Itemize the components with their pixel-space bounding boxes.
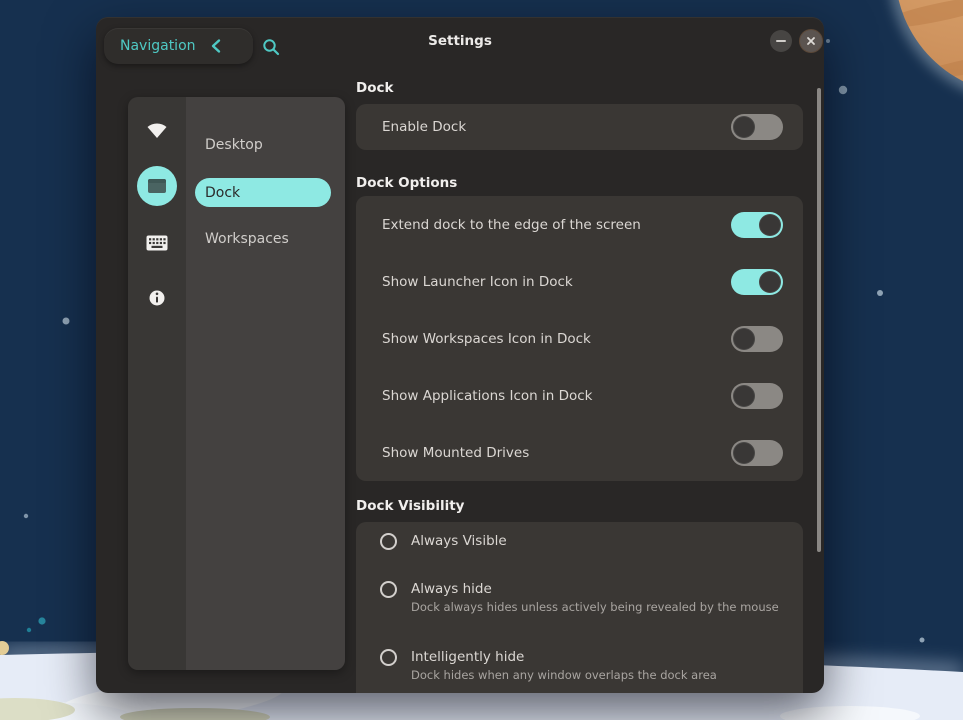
search-button[interactable]: [256, 32, 286, 62]
setting-row-workspaces-icon: Show Workspaces Icon in Dock: [356, 310, 803, 367]
radio-row-always-visible[interactable]: Always Visible: [356, 522, 803, 560]
section-title-dock: Dock: [356, 79, 803, 97]
setting-label: Show Mounted Drives: [382, 445, 731, 461]
card-dock: Enable Dock: [356, 104, 803, 150]
scrollbar-thumb[interactable]: [817, 88, 821, 552]
selected-category-highlight: [137, 166, 177, 206]
sidebar: Desktop Dock Workspaces: [128, 97, 345, 670]
radio-sublabel: Dock hides when any window overlaps the …: [411, 667, 717, 684]
sidebar-item-dock[interactable]: Dock: [195, 178, 331, 207]
dock-settings-pane: Dock Enable Dock Dock Options Extend doc…: [356, 79, 803, 693]
chevron-left-icon: [209, 38, 223, 54]
toggle-knob: [733, 442, 755, 464]
card-dock-visibility: Always Visible Always hide Dock always h…: [356, 522, 803, 693]
keyboard-icon: [146, 235, 168, 251]
desktop: Settings Navigation: [0, 0, 963, 720]
setting-label: Show Applications Icon in Dock: [382, 388, 731, 404]
radio-row-always-hide[interactable]: Always hide Dock always hides unless act…: [356, 560, 803, 629]
setting-row-extend-dock: Extend dock to the edge of the screen: [356, 196, 803, 253]
toggle-knob: [733, 385, 755, 407]
setting-label: Enable Dock: [382, 119, 731, 135]
toggle-knob: [759, 271, 781, 293]
toggle-mounted-drives[interactable]: [731, 440, 783, 466]
section-title-dock-options: Dock Options: [356, 174, 803, 192]
settings-window: Settings Navigation: [96, 17, 824, 693]
info-icon: [149, 290, 165, 306]
minimize-icon: [776, 40, 786, 42]
close-icon: [803, 33, 819, 49]
titlebar: Settings Navigation: [96, 17, 824, 65]
setting-row-enable-dock: Enable Dock: [356, 104, 803, 150]
navigation-label: Navigation: [120, 38, 196, 54]
toggle-knob: [759, 214, 781, 236]
radio-always-visible[interactable]: [380, 533, 397, 550]
setting-row-mounted-drives: Show Mounted Drives: [356, 424, 803, 481]
subcategory-panel: Desktop Dock Workspaces: [186, 97, 345, 670]
wifi-icon: [145, 119, 169, 141]
rail-item-network[interactable]: [128, 119, 186, 141]
sidebar-item-desktop[interactable]: Desktop: [186, 130, 335, 160]
radio-label: Always hide: [411, 579, 779, 599]
card-dock-options: Extend dock to the edge of the screen Sh…: [356, 196, 803, 481]
toggle-knob: [733, 328, 755, 350]
setting-row-applications-icon: Show Applications Icon in Dock: [356, 367, 803, 424]
toggle-workspaces-icon[interactable]: [731, 326, 783, 352]
setting-label: Extend dock to the edge of the screen: [382, 217, 731, 233]
category-rail: [128, 97, 186, 670]
radio-always-hide[interactable]: [380, 581, 397, 598]
setting-row-launcher-icon: Show Launcher Icon in Dock: [356, 253, 803, 310]
toggle-enable-dock[interactable]: [731, 114, 783, 140]
sidebar-item-workspaces[interactable]: Workspaces: [186, 224, 335, 254]
rail-item-desktop[interactable]: [128, 166, 186, 206]
rail-item-keyboard[interactable]: [128, 235, 186, 251]
section-title-dock-visibility: Dock Visibility: [356, 497, 803, 515]
toggle-launcher-icon[interactable]: [731, 269, 783, 295]
close-button[interactable]: [800, 30, 822, 52]
radio-intelligently-hide[interactable]: [380, 649, 397, 666]
toggle-extend-dock[interactable]: [731, 212, 783, 238]
radio-label: Always Visible: [411, 531, 507, 551]
radio-sublabel: Dock always hides unless actively being …: [411, 599, 779, 616]
radio-label: Intelligently hide: [411, 647, 717, 667]
toggle-applications-icon[interactable]: [731, 383, 783, 409]
setting-label: Show Workspaces Icon in Dock: [382, 331, 731, 347]
toggle-knob: [733, 116, 755, 138]
search-icon: [261, 37, 281, 57]
minimize-button[interactable]: [770, 30, 792, 52]
setting-label: Show Launcher Icon in Dock: [382, 274, 731, 290]
rail-item-about[interactable]: [128, 290, 186, 306]
navigation-button[interactable]: Navigation: [104, 28, 253, 64]
desktop-icon: [147, 178, 167, 194]
radio-row-intelligently-hide[interactable]: Intelligently hide Dock hides when any w…: [356, 629, 803, 693]
